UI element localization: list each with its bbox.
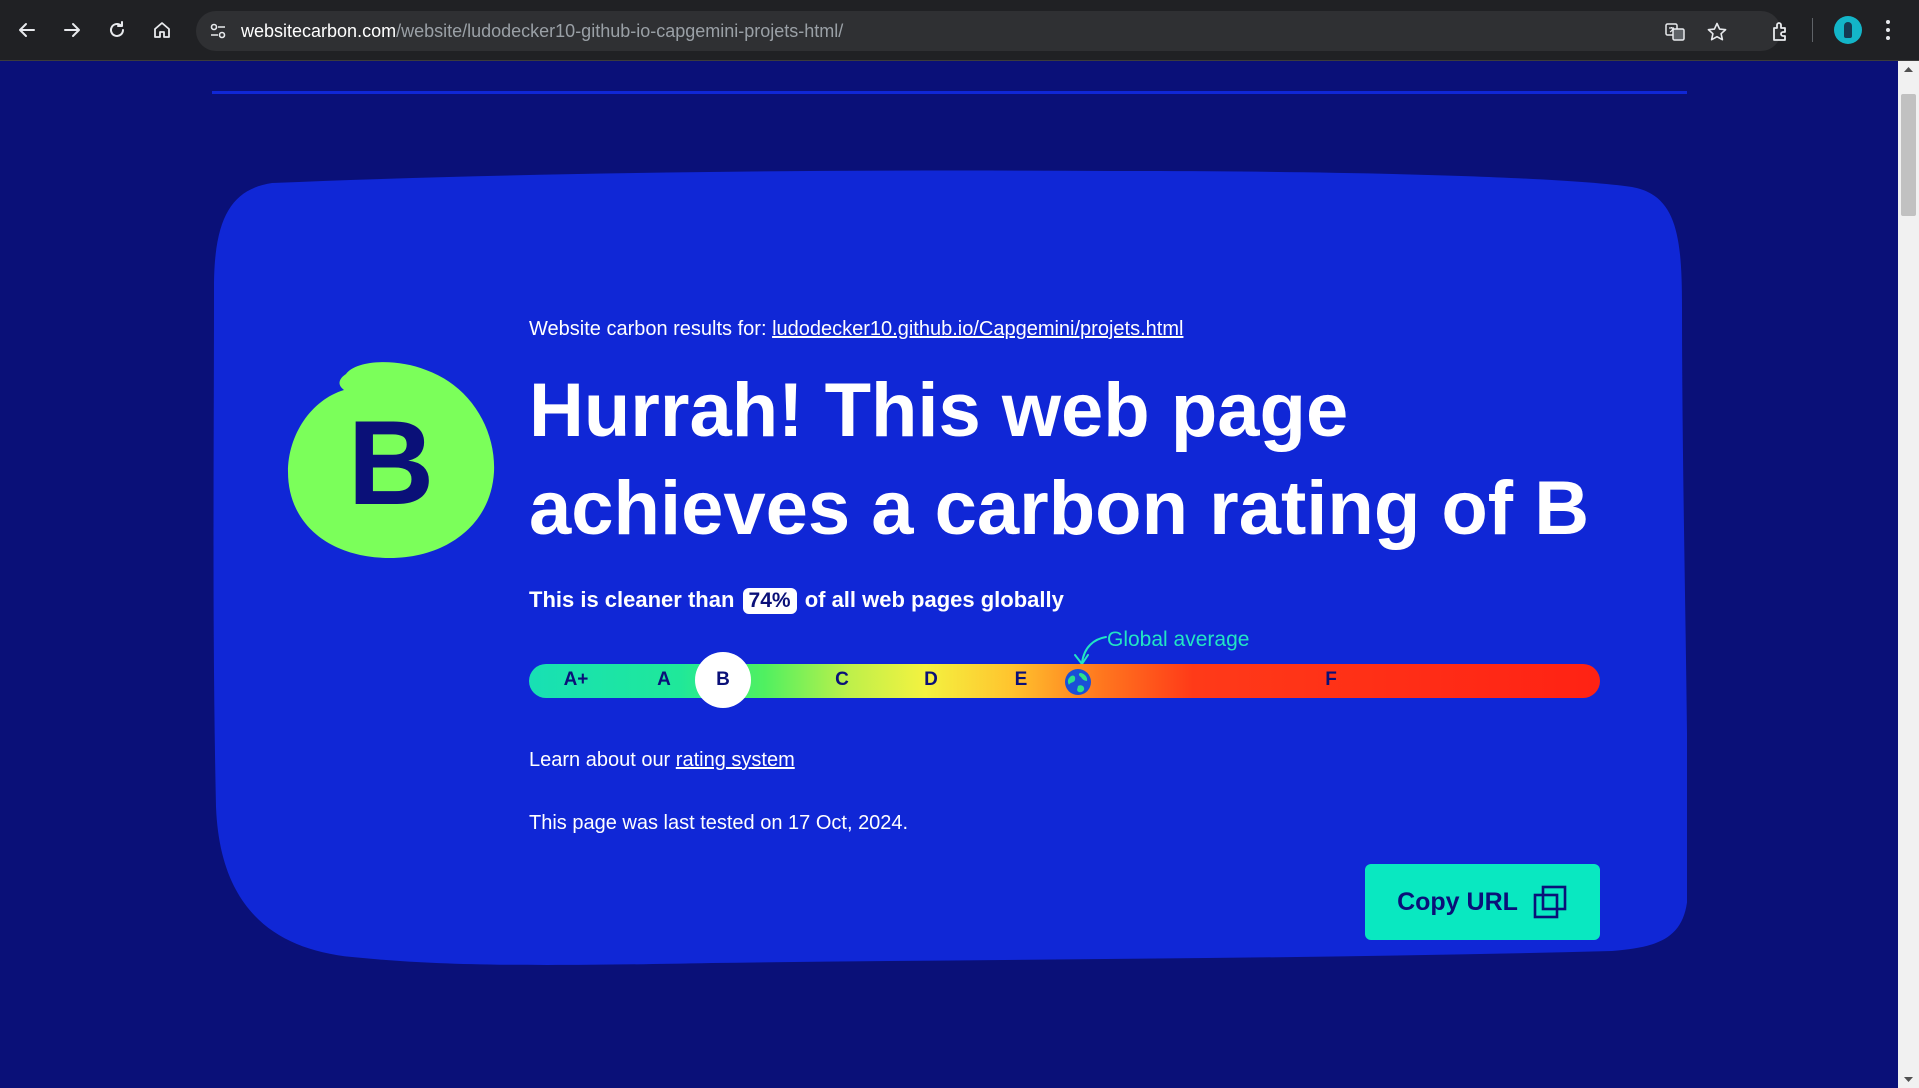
grade-badge: B (286, 360, 496, 560)
forward-button[interactable] (55, 13, 89, 47)
scale-label-c: C (835, 669, 849, 690)
home-button[interactable] (145, 13, 179, 47)
scroll-up-icon[interactable] (1898, 61, 1919, 78)
scale-label-a: A (657, 669, 671, 690)
extensions-icon[interactable] (1770, 19, 1794, 43)
url-host: websitecarbon.com (241, 21, 397, 41)
scale-label-e: E (1014, 669, 1028, 690)
browser-toolbar: websitecarbon.com/website/ludodecker10-g… (0, 0, 1919, 61)
copy-icon (1533, 885, 1567, 919)
arrow-right-icon (64, 23, 80, 37)
results-intro: Website carbon results for: ludodecker10… (529, 318, 1183, 341)
translate-icon[interactable] (1664, 21, 1686, 43)
scale-label-f: F (1325, 669, 1337, 690)
copy-url-label: Copy URL (1397, 887, 1518, 916)
grade-letter: B (347, 396, 435, 530)
cleaner-suffix: of all web pages globally (804, 587, 1064, 612)
results-intro-label: Website carbon results for: (529, 318, 767, 340)
rating-scale-bar: A+ A B C D E F (529, 652, 1600, 708)
toolbar-separator (1812, 18, 1813, 42)
arrow-left-icon (19, 23, 35, 37)
home-icon (154, 22, 170, 38)
reload-icon (110, 21, 124, 37)
cleaner-percent-badge: 74% (742, 588, 797, 614)
reload-button[interactable] (100, 13, 134, 47)
profile-avatar[interactable] (1834, 16, 1862, 44)
more-menu-icon[interactable] (1885, 18, 1891, 42)
url-text[interactable]: websitecarbon.com/website/ludodecker10-g… (241, 21, 843, 42)
cleaner-prefix: This is cleaner than (529, 587, 735, 612)
divider-line (212, 91, 1687, 94)
global-average-label: Global average (1107, 628, 1250, 651)
learn-prefix: Learn about our (529, 749, 671, 771)
address-bar[interactable]: websitecarbon.com/website/ludodecker10-g… (196, 11, 1781, 51)
last-tested-text: This page was last tested on 17 Oct, 202… (529, 812, 909, 834)
url-path: /website/ludodecker10-github-io-capgemin… (396, 21, 844, 41)
page-headline: Hurrah! This web page achieves a carbon … (529, 368, 1590, 551)
card-blob-shape (213, 170, 1687, 965)
vertical-scrollbar[interactable] (1898, 61, 1919, 1088)
site-info-icon[interactable] (208, 21, 228, 41)
copy-url-button[interactable]: Copy URL (1365, 864, 1600, 940)
scale-label-a-plus: A+ (563, 669, 589, 690)
page-content: Website carbon results for: ludodecker10… (0, 61, 1898, 1088)
scale-label-d: D (924, 669, 938, 690)
rating-system-link[interactable]: rating system (676, 749, 795, 771)
bookmark-star-icon[interactable] (1706, 21, 1728, 43)
back-button[interactable] (10, 13, 44, 47)
globe-icon (1065, 669, 1091, 695)
learn-rating-text: Learn about our rating system (529, 749, 795, 772)
tested-page-link[interactable]: ludodecker10.github.io/Capgemini/projets… (772, 318, 1183, 340)
scroll-thumb[interactable] (1901, 94, 1916, 216)
cleaner-statement: This is cleaner than 74% of all web page… (529, 587, 1064, 614)
results-card: Website carbon results for: ludodecker10… (212, 167, 1687, 983)
scroll-down-icon[interactable] (1898, 1071, 1919, 1088)
scale-current-marker: B (695, 652, 751, 708)
